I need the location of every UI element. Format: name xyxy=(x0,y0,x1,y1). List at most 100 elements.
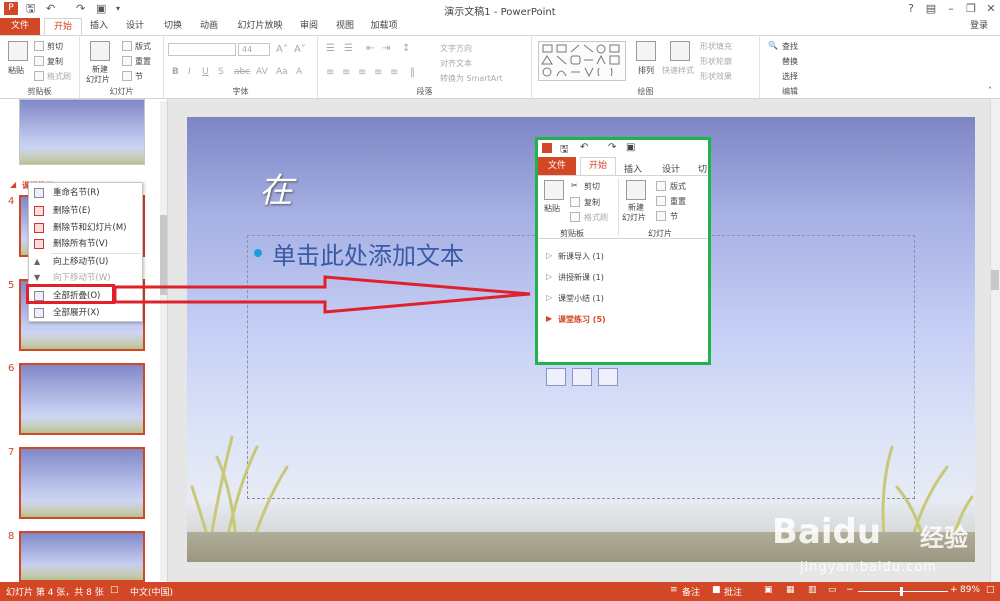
inset-reset-button[interactable]: 重置 xyxy=(670,196,686,207)
slide-title[interactable]: 在 xyxy=(259,163,293,212)
menu-item-move-section-up[interactable]: ▲ 向上移动节(U) xyxy=(29,254,142,270)
shadow-icon[interactable]: S xyxy=(218,67,224,77)
layout-button[interactable]: 版式 xyxy=(135,41,151,52)
insert-video-icon[interactable] xyxy=(598,368,618,386)
language-status[interactable]: 中文(中国) xyxy=(130,585,173,598)
line-spacing-icon[interactable]: ↕ xyxy=(402,43,410,54)
grow-font-icon[interactable]: A˄ xyxy=(276,44,288,55)
menu-item-rename-section[interactable]: 重命名节(R) xyxy=(29,185,142,201)
inset-cut-button[interactable]: 剪切 xyxy=(584,181,600,192)
zoom-slider[interactable] xyxy=(858,591,948,592)
login-link[interactable]: 登录 xyxy=(964,18,994,35)
shapes-gallery[interactable] xyxy=(538,41,626,81)
font-size-input[interactable]: 44 xyxy=(238,43,270,56)
increase-indent-icon[interactable]: ⇥ xyxy=(382,43,390,54)
slideshow-icon[interactable]: ▭ xyxy=(828,585,837,595)
thumbnail-scrollbar[interactable] xyxy=(160,101,167,581)
copy-button[interactable]: 复制 xyxy=(47,56,63,67)
font-name-input[interactable] xyxy=(168,43,236,56)
tab-addins[interactable]: 加载项 xyxy=(366,18,402,35)
slide-sorter-icon[interactable]: ▦ xyxy=(786,585,795,595)
align-left-icon[interactable]: ≡ xyxy=(326,67,334,78)
restore-icon[interactable]: ❐ xyxy=(962,1,980,16)
zoom-level[interactable]: 89% xyxy=(960,585,980,595)
inset-copy-button[interactable]: 复制 xyxy=(584,197,600,208)
slide-thumbnail[interactable] xyxy=(19,447,145,519)
zoom-out-icon[interactable]: − xyxy=(846,585,854,595)
numbering-icon[interactable]: ☰ xyxy=(344,43,353,54)
tab-review[interactable]: 审阅 xyxy=(294,18,324,35)
ribbon-display-options-icon[interactable]: ▤ xyxy=(922,1,940,16)
paste-button[interactable]: 粘贴 xyxy=(8,65,24,76)
tab-home[interactable]: 开始 xyxy=(44,18,82,35)
slide-scrollbar[interactable] xyxy=(990,99,1000,582)
tab-file[interactable]: 文件 xyxy=(0,18,40,35)
font-color-icon[interactable]: A xyxy=(296,67,302,77)
change-case-icon[interactable]: Aa xyxy=(276,67,288,77)
slide-thumbnail[interactable] xyxy=(19,363,145,435)
tab-view[interactable]: 视图 xyxy=(330,18,360,35)
notes-button[interactable]: 备注 xyxy=(682,585,700,598)
section-button[interactable]: 节 xyxy=(135,71,143,82)
format-painter-button[interactable]: 格式刷 xyxy=(47,71,71,82)
smartart-button[interactable]: 转换为 SmartArt xyxy=(440,73,503,84)
tab-insert[interactable]: 插入 xyxy=(84,18,114,35)
new-slide-button[interactable]: 幻灯片 xyxy=(86,74,110,85)
arrange-icon[interactable] xyxy=(636,41,656,61)
inset-section-item-active[interactable]: 课堂练习 (5) xyxy=(558,314,606,325)
inset-tab-home[interactable]: 开始 xyxy=(580,157,616,175)
distribute-icon[interactable]: ≡ xyxy=(390,67,398,78)
shape-fill-button[interactable]: 形状填充 xyxy=(700,41,732,52)
align-center-icon[interactable]: ≡ xyxy=(342,67,350,78)
menu-item-remove-section[interactable]: 删除节(E) xyxy=(29,203,142,219)
inset-paste-button[interactable]: 粘贴 xyxy=(544,203,560,214)
reading-view-icon[interactable]: ▥ xyxy=(808,585,817,595)
shrink-font-icon[interactable]: A˅ xyxy=(294,44,306,55)
inset-new-slide-icon[interactable] xyxy=(626,180,646,200)
redo-icon[interactable]: ↷ xyxy=(608,142,616,153)
menu-item-remove-all-sections[interactable]: 删除所有节(V) xyxy=(29,236,142,252)
inset-section-item[interactable]: 新课导入 (1) xyxy=(558,251,604,262)
undo-icon[interactable]: ↶ xyxy=(580,142,588,153)
inset-paste-icon[interactable] xyxy=(544,180,564,200)
shape-outline-button[interactable]: 形状轮廓 xyxy=(700,56,732,67)
spell-check-icon[interactable]: □ xyxy=(110,585,119,595)
slide-scroll-thumb[interactable] xyxy=(991,270,999,290)
cut-button[interactable]: 剪切 xyxy=(47,41,63,52)
bold-icon[interactable]: B xyxy=(172,67,179,77)
close-icon[interactable]: ✕ xyxy=(982,1,1000,16)
fit-slide-icon[interactable]: □ xyxy=(986,585,995,595)
section-expand-icon[interactable]: ▷ xyxy=(546,251,552,260)
justify-icon[interactable]: ≡ xyxy=(374,67,382,78)
inset-tab-file[interactable]: 文件 xyxy=(538,157,576,175)
align-right-icon[interactable]: ≡ xyxy=(358,67,366,78)
minimize-icon[interactable]: – xyxy=(942,1,960,16)
body-placeholder-text[interactable]: 单击此处添加文本 xyxy=(272,236,464,271)
quick-styles-icon[interactable] xyxy=(670,41,690,61)
paste-icon[interactable] xyxy=(8,41,28,61)
section-expand-icon[interactable]: ▶ xyxy=(546,314,552,323)
align-text-button[interactable]: 对齐文本 xyxy=(440,58,472,69)
shape-effects-button[interactable]: 形状效果 xyxy=(700,71,732,82)
inset-new-slide-button[interactable]: 幻灯片 xyxy=(622,212,646,223)
tab-design[interactable]: 设计 xyxy=(120,18,150,35)
bullets-icon[interactable]: ☰ xyxy=(326,43,335,54)
reset-button[interactable]: 重置 xyxy=(135,56,151,67)
inset-section-item[interactable]: 课堂小结 (1) xyxy=(558,293,604,304)
find-button[interactable]: 查找 xyxy=(782,41,798,52)
text-direction-button[interactable]: 文字方向 xyxy=(440,43,472,54)
strikethrough-icon[interactable]: abc xyxy=(234,67,250,77)
italic-icon[interactable]: I xyxy=(188,67,191,77)
char-spacing-icon[interactable]: AV xyxy=(256,67,268,77)
arrange-button[interactable]: 排列 xyxy=(638,65,654,76)
new-slide-icon[interactable] xyxy=(90,41,110,61)
zoom-in-icon[interactable]: + xyxy=(950,585,958,595)
start-from-beginning-icon[interactable]: ▣ xyxy=(626,142,635,153)
tab-slideshow[interactable]: 幻灯片放映 xyxy=(232,18,288,35)
slide-thumbnail[interactable] xyxy=(19,531,145,582)
select-button[interactable]: 选择 xyxy=(782,71,798,82)
inset-tab-design[interactable]: 设计 xyxy=(662,162,680,175)
underline-icon[interactable]: U xyxy=(202,67,209,77)
menu-item-remove-section-and-slides[interactable]: 删除节和幻灯片(M) xyxy=(29,220,142,236)
inset-format-painter-button[interactable]: 格式刷 xyxy=(584,212,608,223)
